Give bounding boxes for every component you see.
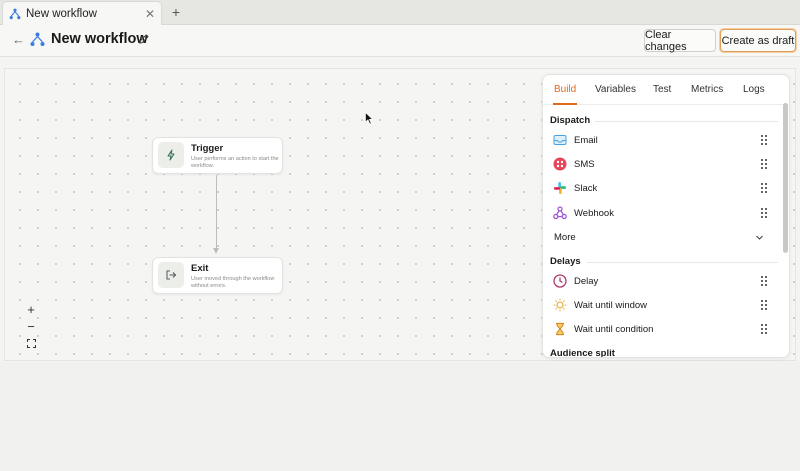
drag-handle-icon[interactable] [760, 275, 768, 287]
block-item-webhook[interactable]: Webhook [548, 202, 776, 224]
fit-view-button[interactable] [22, 335, 40, 352]
tab-build[interactable]: Build [554, 84, 576, 95]
block-label-webhook: Webhook [574, 207, 614, 219]
block-label-delay: Delay [574, 275, 599, 287]
lightning-icon [158, 142, 184, 168]
panel-tabs: Build Variables Test Metrics Logs [543, 75, 789, 105]
fit-view-icon [26, 339, 36, 348]
trigger-node-description: User performs an action to start the wor… [191, 156, 279, 169]
drag-handle-icon[interactable] [760, 134, 768, 146]
exit-icon [158, 262, 184, 288]
block-label-slack: Slack [574, 182, 598, 194]
create-as-draft-button[interactable]: Create as draft [720, 29, 796, 52]
workflow-header: ← New workflow Clear changes Create as d… [0, 25, 800, 57]
tab-logs[interactable]: Logs [743, 84, 765, 95]
mouse-cursor-icon [365, 112, 373, 125]
tab-variables[interactable]: Variables [595, 84, 636, 95]
zoom-out-button[interactable]: − [22, 318, 40, 335]
block-item-wait-until-condition[interactable]: Wait until condition [548, 318, 776, 340]
panel-scrollbar[interactable] [783, 103, 788, 253]
close-icon[interactable]: ✕ [145, 7, 155, 21]
connector-arrowhead [213, 248, 219, 254]
section-title-dispatch: Dispatch [550, 115, 591, 126]
more-dispatch-toggle[interactable]: More [548, 226, 776, 248]
section-divider [595, 121, 778, 122]
sms-icon [553, 157, 567, 171]
browser-tab-strip: New workflow ✕ + [0, 0, 800, 25]
clear-changes-button[interactable]: Clear changes [644, 29, 716, 53]
block-item-delay[interactable]: Delay [548, 270, 776, 292]
clock-icon [553, 274, 567, 288]
chevron-down-icon [756, 235, 763, 240]
new-tab-button[interactable]: + [168, 4, 184, 20]
zoom-in-button[interactable]: + [22, 301, 40, 318]
browser-tab[interactable]: New workflow ✕ [2, 1, 162, 25]
pencil-icon[interactable] [138, 33, 150, 45]
workflow-icon [9, 8, 21, 19]
drag-handle-icon[interactable] [760, 207, 768, 219]
zoom-controls: + − [22, 301, 40, 352]
webhook-icon [553, 206, 567, 220]
page-title: New workflow [51, 31, 148, 47]
hourglass-icon [553, 322, 567, 336]
block-label-sms: SMS [574, 158, 595, 170]
tab-metrics[interactable]: Metrics [691, 84, 723, 95]
drag-handle-icon[interactable] [760, 182, 768, 194]
exit-node-title: Exit [191, 263, 209, 274]
exit-node-description: User moved through the workflow without … [191, 276, 275, 289]
sun-icon [553, 298, 567, 312]
trigger-node[interactable]: Trigger User performs an action to start… [152, 137, 283, 174]
build-panel: Build Variables Test Metrics Logs Dispat… [542, 74, 790, 358]
block-item-wait-until-window[interactable]: Wait until window [548, 294, 776, 316]
block-label-wait-until-condition: Wait until condition [574, 323, 654, 335]
tab-test[interactable]: Test [653, 84, 671, 95]
back-arrow-icon[interactable]: ← [12, 32, 25, 47]
trigger-node-title: Trigger [191, 143, 224, 154]
block-label-email: Email [574, 134, 598, 146]
slack-icon [553, 181, 567, 195]
block-item-slack[interactable]: Slack [548, 177, 776, 199]
section-title-delays: Delays [550, 256, 581, 267]
active-tab-indicator [553, 103, 577, 105]
workflow-icon [30, 32, 45, 46]
drag-handle-icon[interactable] [760, 299, 768, 311]
exit-node[interactable]: Exit User moved through the workflow wit… [152, 257, 283, 294]
section-title-audience-split: Audience split [550, 348, 615, 358]
browser-tab-title: New workflow [26, 7, 97, 20]
drag-handle-icon[interactable] [760, 323, 768, 335]
email-icon [553, 133, 567, 147]
block-item-email[interactable]: Email [548, 129, 776, 151]
block-label-wait-until-window: Wait until window [574, 299, 648, 311]
node-connector [216, 175, 217, 251]
block-item-sms[interactable]: SMS [548, 153, 776, 175]
drag-handle-icon[interactable] [760, 158, 768, 170]
section-divider [587, 262, 778, 263]
more-label: More [554, 231, 576, 243]
page-background [0, 362, 800, 471]
